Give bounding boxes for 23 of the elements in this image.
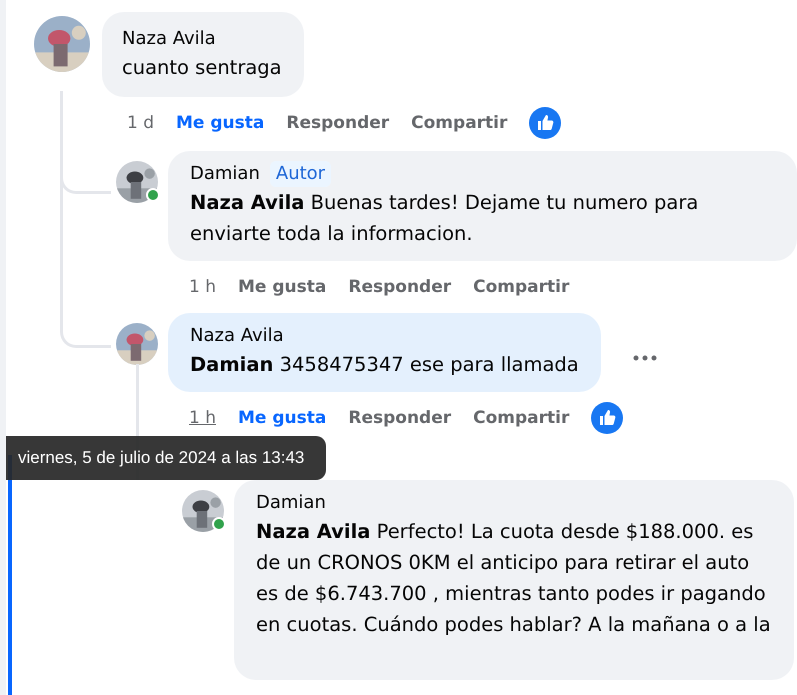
action-link[interactable]: Responder <box>286 113 390 133</box>
action-link[interactable]: Me gusta <box>238 277 326 297</box>
comment-text: Naza Avila Perfecto! La cuota desde $188.000. es de un CRONOS 0KM el anticipo para retirar el auto es de $6.743.700 , mientras tanto podes ir pagando en cuotas. Cuándo podes hablar? A la mañana o a la <box>256 519 772 638</box>
action-link[interactable]: Compartir <box>473 408 570 428</box>
author-badge: Autor <box>270 161 332 187</box>
author-name[interactable]: Damian <box>256 490 326 516</box>
comment-text: Damian 3458475347 ese para llamada <box>190 352 579 378</box>
comment-text: Naza Avila Buenas tardes! Dejame tu numero para enviarte toda la informacion. <box>190 190 700 247</box>
comment-time[interactable]: 1 h <box>189 277 216 297</box>
comment-time[interactable]: 1 d <box>127 113 154 133</box>
action-link[interactable]: Responder <box>348 277 452 297</box>
action-link[interactable]: Compartir <box>411 113 508 133</box>
comment-text: cuanto sentraga <box>122 55 282 81</box>
author-name[interactable]: Naza Avila <box>190 323 284 349</box>
author-name[interactable]: Damian <box>190 161 260 187</box>
author-name[interactable]: Naza Avila <box>122 26 216 52</box>
action-link[interactable]: Me gusta <box>238 408 326 428</box>
action-link[interactable]: Me gusta <box>176 113 264 133</box>
comment-time[interactable]: 1 h <box>189 408 216 428</box>
more-options-icon[interactable] <box>632 355 657 361</box>
timestamp-tooltip: viernes, 5 de julio de 2024 a las 13:43 <box>6 436 326 480</box>
action-link[interactable]: Compartir <box>473 277 570 297</box>
action-link[interactable]: Responder <box>348 408 452 428</box>
